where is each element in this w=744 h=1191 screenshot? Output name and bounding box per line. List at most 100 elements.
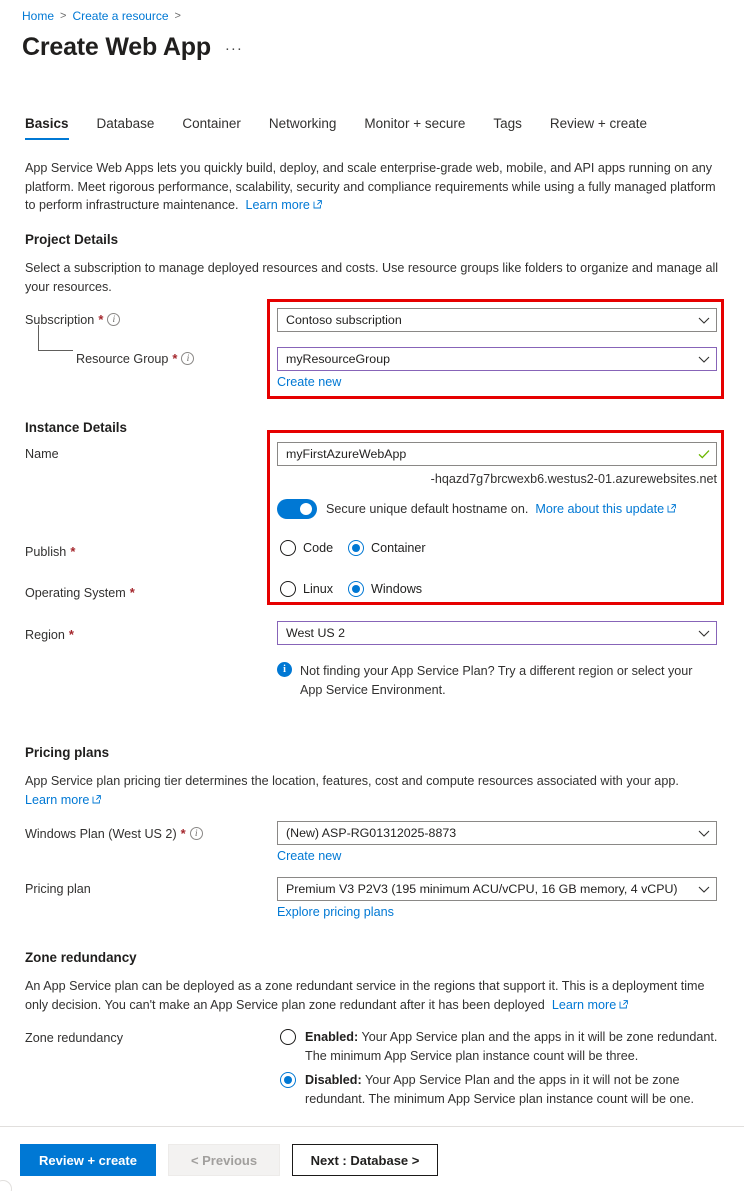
os-option-linux[interactable]: Linux [280, 581, 348, 597]
resource-group-create-new-link[interactable]: Create new [277, 373, 341, 392]
radio-indicator-selected [348, 581, 364, 597]
publish-option-code-label: Code [303, 541, 334, 555]
title-row: Create Web App ··· [22, 31, 243, 63]
secure-hostname-more-link[interactable]: More about this update [535, 502, 664, 516]
publish-label: Publish * [25, 544, 75, 559]
tab-container[interactable]: Container [168, 116, 255, 140]
region-info-message: i Not finding your App Service Plan? Try… [277, 662, 717, 699]
project-details-description: Select a subscription to manage deployed… [25, 261, 719, 294]
chevron-down-icon [698, 356, 710, 363]
more-options-icon[interactable]: ··· [225, 40, 243, 63]
subscription-value: Contoso subscription [286, 313, 402, 327]
publish-option-container[interactable]: Container [348, 540, 426, 556]
required-asterisk: * [180, 826, 186, 841]
os-option-windows[interactable]: Windows [348, 581, 422, 597]
info-icon[interactable]: i [181, 352, 195, 365]
checkmark-icon [698, 450, 710, 459]
region-value: West US 2 [286, 626, 345, 640]
explore-pricing-plans-link[interactable]: Explore pricing plans [277, 903, 394, 922]
publish-option-code[interactable]: Code [280, 540, 348, 556]
operating-system-label-text: Operating System [25, 585, 126, 600]
publish-radio-group: Code Container [280, 540, 426, 556]
intro-text: App Service Web Apps lets you quickly bu… [25, 161, 716, 212]
instance-details-heading: Instance Details [25, 420, 127, 435]
zone-redundancy-enabled-desc: Your App Service plan and the apps in it… [305, 1030, 718, 1063]
tab-basics[interactable]: Basics [25, 116, 83, 140]
zone-redundancy-learn-more-link[interactable]: Learn more [552, 998, 616, 1012]
hostname-suffix: -hqazd7g7brcwexb6.westus2-01.azurewebsit… [430, 472, 717, 486]
zone-redundancy-enabled-title: Enabled: [305, 1030, 359, 1044]
os-option-windows-label: Windows [371, 582, 423, 596]
resource-group-label-text: Resource Group [76, 351, 169, 366]
intro-learn-more-link[interactable]: Learn more [246, 198, 310, 212]
required-asterisk: * [172, 351, 178, 366]
next-database-button[interactable]: Next : Database > [292, 1144, 438, 1176]
zone-redundancy-field-label-text: Zone redundancy [25, 1031, 124, 1045]
external-link-icon [92, 794, 102, 804]
chevron-down-icon [698, 886, 710, 893]
resource-group-value: myResourceGroup [286, 352, 390, 366]
chevron-down-icon [698, 317, 710, 324]
required-asterisk: * [98, 312, 104, 327]
tab-networking[interactable]: Networking [255, 116, 351, 140]
zone-redundancy-disabled-text-wrap: Disabled: Your App Service Plan and the … [305, 1071, 723, 1108]
required-asterisk: * [68, 627, 74, 642]
page-title: Create Web App [22, 33, 211, 61]
operating-system-label: Operating System * [25, 585, 135, 600]
zone-redundancy-field-label: Zone redundancy [25, 1031, 123, 1045]
pricing-plans-learn-more-link[interactable]: Learn more [25, 793, 89, 807]
required-asterisk: * [129, 585, 135, 600]
windows-plan-label-text: Windows Plan (West US 2) [25, 826, 177, 841]
region-label: Region * [25, 627, 74, 642]
publish-label-text: Publish [25, 544, 67, 559]
windows-plan-create-new-link[interactable]: Create new [277, 847, 341, 866]
name-label-text: Name [25, 447, 59, 461]
subscription-label-text: Subscription [25, 312, 95, 327]
breadcrumb-separator-trailing: > [174, 10, 181, 22]
secure-hostname-text: Secure unique default hostname on. [326, 501, 529, 516]
region-dropdown[interactable]: West US 2 [277, 621, 717, 645]
secure-hostname-toggle[interactable] [277, 499, 317, 519]
breadcrumb: Home > Create a resource > [22, 8, 187, 24]
radio-indicator [280, 581, 296, 597]
zone-redundancy-description: An App Service plan can be deployed as a… [25, 977, 725, 1014]
tab-bar: Basics Database Container Networking Mon… [25, 116, 661, 140]
zone-redundancy-option-disabled[interactable]: Disabled: Your App Service Plan and the … [280, 1071, 723, 1108]
breadcrumb-separator: > [60, 10, 67, 22]
footer-divider [0, 1126, 744, 1127]
intro-paragraph: App Service Web Apps lets you quickly bu… [25, 159, 721, 215]
windows-plan-dropdown[interactable]: (New) ASP-RG01312025-8873 [277, 821, 717, 845]
pricing-plans-description: App Service plan pricing tier determines… [25, 772, 725, 809]
pricing-plan-dropdown[interactable]: Premium V3 P2V3 (195 minimum ACU/vCPU, 1… [277, 877, 717, 901]
breadcrumb-item-home[interactable]: Home [22, 8, 54, 24]
breadcrumb-item-create-a-resource[interactable]: Create a resource [72, 8, 168, 24]
external-link-icon [619, 999, 629, 1009]
tab-monitor-secure[interactable]: Monitor + secure [350, 116, 479, 140]
resource-group-label: Resource Group * i [76, 351, 195, 366]
review-create-button[interactable]: Review + create [20, 1144, 156, 1176]
region-info-text: Not finding your App Service Plan? Try a… [300, 664, 693, 697]
app-name-input[interactable]: myFirstAzureWebApp [277, 442, 717, 466]
info-icon[interactable]: i [189, 827, 203, 840]
subscription-label: Subscription * i [25, 312, 121, 327]
zone-redundancy-enabled-text-wrap: Enabled: Your App Service plan and the a… [305, 1028, 723, 1065]
zone-redundancy-disabled-desc: Your App Service Plan and the apps in it… [305, 1073, 694, 1106]
toggle-knob [300, 503, 312, 515]
tab-database[interactable]: Database [83, 116, 169, 140]
pricing-plan-label-text: Pricing plan [25, 882, 91, 896]
subscription-dropdown[interactable]: Contoso subscription [277, 308, 717, 332]
tab-review-create[interactable]: Review + create [536, 116, 661, 140]
tab-tags[interactable]: Tags [479, 116, 536, 140]
create-web-app-page: Home > Create a resource > Create Web Ap… [0, 0, 744, 1191]
zone-redundancy-option-enabled[interactable]: Enabled: Your App Service plan and the a… [280, 1028, 723, 1065]
resource-group-dropdown[interactable]: myResourceGroup [277, 347, 717, 371]
zone-redundancy-disabled-title: Disabled: [305, 1073, 362, 1087]
info-filled-icon: i [277, 662, 292, 677]
external-link-icon [313, 200, 322, 209]
pricing-plans-heading: Pricing plans [25, 745, 110, 760]
info-icon[interactable]: i [107, 313, 121, 326]
chevron-down-icon [698, 830, 710, 837]
zone-redundancy-heading: Zone redundancy [25, 950, 137, 965]
radio-indicator-selected [280, 1072, 296, 1088]
required-asterisk: * [70, 544, 76, 559]
